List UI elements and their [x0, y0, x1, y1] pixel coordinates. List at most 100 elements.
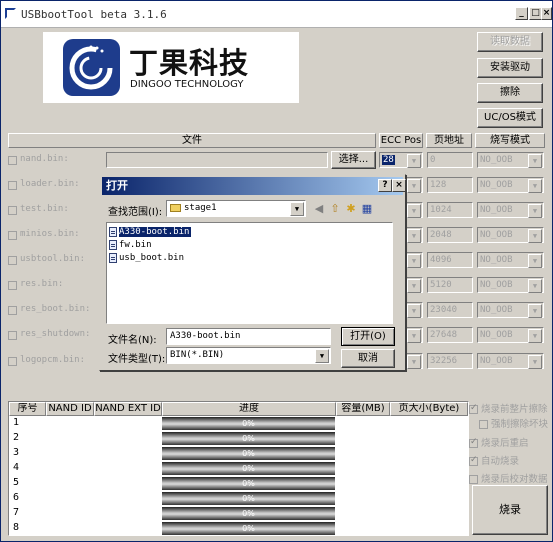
- file-path-input[interactable]: [106, 152, 328, 168]
- table-row[interactable]: 7 0%: [9, 506, 468, 521]
- file-checkbox[interactable]: [8, 156, 17, 165]
- file-list-item[interactable]: fw.bin: [109, 239, 152, 251]
- option-checkbox[interactable]: 强制擦除坏块: [479, 416, 548, 430]
- select-file-button[interactable]: 选择...: [331, 151, 376, 169]
- dialog-close-button[interactable]: ×: [392, 179, 406, 192]
- row-index: 6: [13, 492, 20, 503]
- table-row[interactable]: 6 0%: [9, 491, 468, 506]
- burn-button[interactable]: 烧录: [472, 485, 548, 535]
- window-title: USBbootTool beta 3.1.6: [21, 8, 167, 21]
- mode-select[interactable]: NO_OOB ▼: [477, 302, 544, 318]
- ecc-column-header: ECC Pos: [379, 133, 423, 148]
- option-checkbox[interactable]: 自动烧录: [469, 453, 519, 467]
- row-index: 7: [13, 507, 20, 518]
- chevron-down-icon: ▼: [528, 154, 542, 168]
- chevron-down-icon: ▼: [407, 355, 421, 369]
- progress-bar: 0%: [162, 417, 335, 430]
- mode-select[interactable]: NO_OOB ▼: [477, 277, 544, 293]
- file-checkbox[interactable]: [8, 206, 17, 215]
- file-checkbox[interactable]: [8, 181, 17, 190]
- checkbox-box[interactable]: [469, 455, 478, 466]
- progress-bar: 0%: [162, 432, 335, 445]
- mode-value: NO_OOB: [480, 180, 513, 190]
- table-row[interactable]: 4 0%: [9, 461, 468, 476]
- table-row[interactable]: 3 0%: [9, 446, 468, 461]
- mode-select[interactable]: NO_OOB ▼: [477, 252, 544, 268]
- main-window: USBbootTool beta 3.1.6 _ □ × 丁果科技 DINGOO…: [0, 0, 553, 542]
- lookin-value: stage1: [184, 203, 217, 213]
- filetype-select[interactable]: BIN(*.BIN) ▼: [166, 347, 331, 364]
- page-address-input[interactable]: 4096: [427, 252, 473, 268]
- page-address-input[interactable]: 5120: [427, 277, 473, 293]
- close-button[interactable]: ×: [541, 7, 552, 20]
- folder-icon: [170, 203, 181, 212]
- option-checkbox[interactable]: 烧录前整片擦除: [469, 401, 548, 415]
- lookin-label: 查找范围(I):: [108, 207, 163, 218]
- progress-bar: 0%: [162, 462, 335, 475]
- checkbox-box[interactable]: [469, 437, 478, 448]
- table-row[interactable]: 2 0%: [9, 431, 468, 446]
- file-checkbox[interactable]: [8, 306, 17, 315]
- page-address-input[interactable]: 32256: [427, 353, 473, 369]
- file-checkbox[interactable]: [8, 256, 17, 265]
- progress-bar: 0%: [162, 447, 335, 460]
- mode-select[interactable]: NO_OOB ▼: [477, 327, 544, 343]
- file-label: loader.bin:: [20, 179, 80, 189]
- install-driver-button[interactable]: 安装驱动: [477, 58, 543, 78]
- chevron-down-icon: ▼: [315, 349, 329, 363]
- mode-select[interactable]: NO_OOB ▼: [477, 353, 544, 369]
- file-checkbox[interactable]: [8, 357, 17, 366]
- title-bar[interactable]: USBbootTool beta 3.1.6 _ □ ×: [1, 1, 552, 28]
- page-address-input[interactable]: 23040: [427, 302, 473, 318]
- file-label: res_shutdown:: [20, 329, 91, 339]
- page-address-input[interactable]: 0: [427, 152, 473, 168]
- lookin-select[interactable]: stage1 ▼: [166, 200, 306, 217]
- chevron-down-icon: ▼: [528, 204, 542, 218]
- option-checkbox[interactable]: 烧录后重启: [469, 435, 529, 449]
- erase-button[interactable]: 擦除: [477, 83, 543, 103]
- mode-select[interactable]: NO_OOB ▼: [477, 177, 544, 193]
- chevron-down-icon: ▼: [528, 304, 542, 318]
- file-checkbox[interactable]: [8, 281, 17, 290]
- new-folder-icon[interactable]: ✱: [344, 202, 358, 216]
- mode-value: NO_OOB: [480, 330, 513, 340]
- up-folder-icon[interactable]: ⇧: [328, 202, 342, 216]
- checkbox-box[interactable]: [479, 420, 488, 429]
- table-row[interactable]: 1 0%: [9, 416, 468, 431]
- ecc-select[interactable]: 28 ▼: [379, 152, 423, 168]
- table-row[interactable]: 8 0%: [9, 521, 468, 536]
- help-button[interactable]: ?: [378, 179, 392, 192]
- page-address-input[interactable]: 1024: [427, 202, 473, 218]
- file-label: test.bin:: [20, 204, 69, 214]
- mode-select[interactable]: NO_OOB ▼: [477, 152, 544, 168]
- page-address-input[interactable]: 2048: [427, 227, 473, 243]
- mode-select[interactable]: NO_OOB ▼: [477, 202, 544, 218]
- dialog-title-bar[interactable]: 打开 ? ×: [102, 177, 406, 195]
- ucos-mode-button[interactable]: UC/OS模式: [477, 108, 543, 128]
- page-address-input[interactable]: 27648: [427, 327, 473, 343]
- file-list-item[interactable]: A330-boot.bin: [109, 226, 192, 238]
- row-index: 3: [13, 447, 20, 458]
- file-list[interactable]: A330-boot.bin fw.bin usb_boot.bin: [106, 222, 393, 324]
- page-column-header: 页地址: [426, 133, 472, 148]
- file-checkbox[interactable]: [8, 231, 17, 240]
- checkbox-box[interactable]: [469, 475, 478, 484]
- minimize-button[interactable]: _: [515, 7, 528, 20]
- table-row[interactable]: 5 0%: [9, 476, 468, 491]
- open-button[interactable]: 打开(O): [341, 327, 395, 346]
- filename-input[interactable]: A330-boot.bin: [166, 328, 331, 345]
- view-menu-icon[interactable]: ▦: [360, 202, 374, 216]
- read-data-button[interactable]: 读取数据: [477, 32, 543, 52]
- col-progress: 进度: [162, 402, 336, 416]
- cancel-button[interactable]: 取消: [341, 349, 395, 368]
- mode-select[interactable]: NO_OOB ▼: [477, 227, 544, 243]
- progress-bar: 0%: [162, 492, 335, 505]
- file-checkbox[interactable]: [8, 331, 17, 340]
- file-name: fw.bin: [119, 240, 152, 250]
- back-icon[interactable]: ◀: [312, 202, 326, 216]
- file-list-item[interactable]: usb_boot.bin: [109, 252, 184, 264]
- page-address-input[interactable]: 128: [427, 177, 473, 193]
- checkbox-box[interactable]: [469, 403, 478, 414]
- logo-cn-text: 丁果科技: [129, 46, 250, 80]
- option-checkbox[interactable]: 烧录后校对数据: [469, 471, 548, 485]
